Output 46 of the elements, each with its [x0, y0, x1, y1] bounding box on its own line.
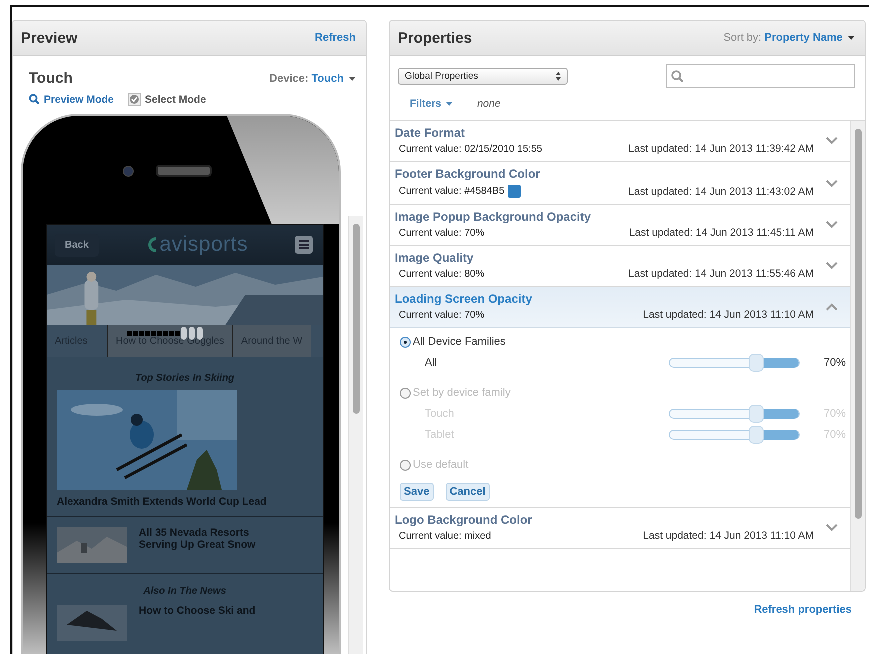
property-name: Date Format — [395, 126, 466, 140]
slider-value: 70% — [822, 357, 846, 369]
last-updated: Last updated: 14 Jun 2013 11:10 AM — [642, 309, 815, 321]
section-heading: Also In The News — [142, 585, 228, 599]
filters-dropdown[interactable]: Filters — [410, 98, 454, 110]
sort-dropdown[interactable]: Sort by: Property Name — [724, 32, 855, 44]
property-row[interactable]: Footer Background Color Current value: #4584B5 Last updated: 14 Jun 2013 11:43:02 AM — [390, 162, 850, 204]
property-name: Image Quality — [395, 251, 475, 265]
property-value: Current value: 02/15/2010 15:55 — [399, 144, 542, 155]
property-row[interactable]: Image Popup Background Opacity Current value: 70% Last updated: 14 Jun 2013 11:45:11 AM — [390, 205, 850, 245]
property-row[interactable]: Loading Screen Opacity Current value: 70% Last updated: 14 Jun 2013 11:10 AM — [390, 287, 850, 328]
property-row[interactable]: Image Quality Current value: 80% Last updated: 14 Jun 2013 11:55:46 AM — [390, 246, 850, 286]
filter-value: none — [477, 98, 501, 110]
property-name: Footer Background Color — [395, 167, 542, 181]
property-name: Logo Background Color — [395, 513, 534, 527]
last-updated: Last updated: 14 Jun 2013 11:39:42 AM — [628, 143, 815, 155]
logo-text: avisports — [160, 233, 248, 257]
panel-title: Preview — [21, 30, 78, 46]
refresh-link[interactable]: Refresh — [315, 32, 356, 44]
property-row[interactable]: Logo Background Color Current value: mixed Last updated: 14 Jun 2013 11:10 AM — [390, 508, 850, 548]
slider-label: All — [425, 357, 438, 369]
cancel-button[interactable]: Cancel — [446, 483, 490, 501]
radio-label: All Device Families — [413, 336, 506, 348]
property-value: Current value: #4584B5 — [399, 186, 505, 197]
refresh-properties-link[interactable]: Refresh properties — [754, 604, 852, 616]
last-updated: Last updated: 14 Jun 2013 11:55:46 AM — [628, 268, 815, 280]
property-value: Current value: 70% — [399, 310, 485, 321]
property-value: Current value: 70% — [399, 228, 485, 239]
last-updated: Last updated: 14 Jun 2013 11:10 AM — [642, 530, 815, 542]
radio-label: Set by device family — [413, 387, 511, 399]
property-name: Image Popup Background Opacity — [395, 210, 592, 224]
last-updated: Last updated: 14 Jun 2013 11:45:11 AM — [628, 227, 815, 239]
mode-link[interactable]: Preview Mode — [29, 93, 114, 106]
property-name: Loading Screen Opacity — [395, 292, 534, 306]
last-updated: Last updated: 14 Jun 2013 11:43:02 AM — [628, 186, 815, 198]
property-row[interactable]: Date Format Current value: 02/15/2010 15:55 Last updated: 14 Jun 2013 11:39:42 AM — [390, 121, 850, 161]
device-title: Touch — [29, 70, 73, 87]
mode-link[interactable]: Select Mode — [128, 93, 206, 106]
radio-label: Use default — [413, 459, 469, 471]
panel-title: Properties — [398, 30, 472, 46]
save-button[interactable]: Save — [400, 483, 434, 501]
property-value: Current value: mixed — [399, 531, 492, 542]
device-dropdown[interactable]: Device: Touch — [270, 72, 356, 84]
property-value: Current value: 80% — [399, 269, 485, 280]
scope-select[interactable]: Global Properties — [398, 68, 568, 84]
section-heading: Top Stories In Skiing — [134, 372, 236, 386]
